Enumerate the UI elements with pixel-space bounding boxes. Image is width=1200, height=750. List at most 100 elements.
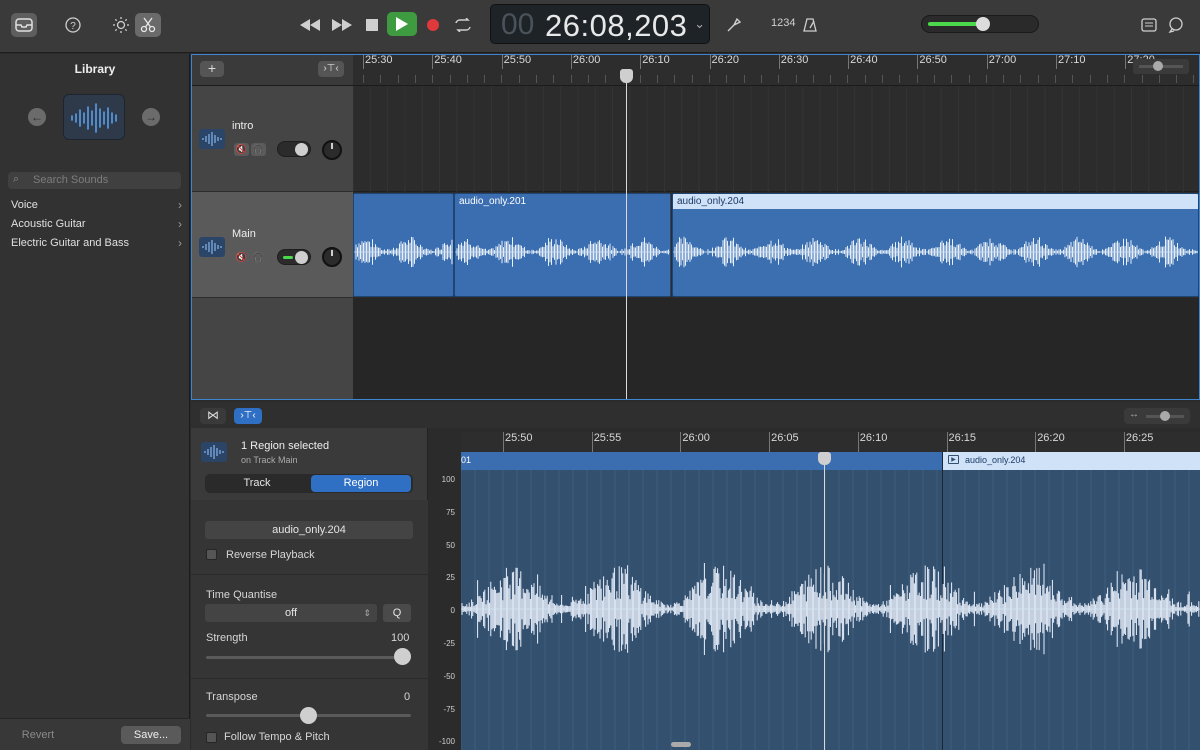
- transpose-slider-knob[interactable]: [300, 707, 317, 724]
- amplitude-label: 0: [450, 606, 455, 616]
- reverse-playback-label: Reverse Playback: [226, 549, 315, 561]
- time-quantise-select[interactable]: off ⇕: [205, 604, 377, 622]
- horizontal-scrollbar[interactable]: [671, 742, 691, 747]
- stop-icon[interactable]: [359, 13, 385, 37]
- library-item-acoustic-guitar[interactable]: Acoustic Guitar ›: [0, 215, 190, 234]
- rewind-icon[interactable]: [297, 13, 323, 37]
- library-item-label: Acoustic Guitar: [11, 218, 86, 230]
- transpose-label: Transpose: [206, 691, 258, 703]
- play-button[interactable]: [387, 12, 417, 36]
- volume-knob[interactable]: [976, 17, 990, 31]
- cycle-icon[interactable]: [450, 13, 476, 37]
- ruler-tick-label: 27:10: [1058, 54, 1086, 66]
- region-name-field[interactable]: audio_only.204: [205, 521, 413, 539]
- headphones-icon[interactable]: 🎧: [251, 143, 266, 156]
- count-in-button[interactable]: 1234: [771, 17, 795, 29]
- chevron-right-icon: ›: [178, 198, 182, 212]
- ruler-tick-label: 26:10: [642, 54, 670, 66]
- tuner-icon[interactable]: [721, 13, 747, 37]
- track-header-intro[interactable]: intro 🔇 🎧: [192, 86, 353, 192]
- volume-knob[interactable]: [322, 247, 342, 267]
- audio-region-201[interactable]: audio_only.201: [454, 193, 671, 297]
- headphones-icon[interactable]: 🎧: [251, 251, 266, 264]
- editor-ruler[interactable]: 25:50 25:55 26:00 26:05 26:10 26:15 26:20 26:25: [461, 432, 1200, 452]
- amplitude-label: -75: [443, 704, 455, 714]
- save-button[interactable]: Save...: [121, 726, 181, 744]
- volume-knob[interactable]: [322, 140, 342, 160]
- track-name[interactable]: intro: [232, 120, 253, 132]
- zoom-slider[interactable]: [1133, 59, 1189, 74]
- library-item-voice[interactable]: Voice ›: [0, 196, 190, 215]
- strength-slider[interactable]: [206, 656, 411, 659]
- metronome-icon[interactable]: [797, 13, 823, 37]
- editors-scissors-icon[interactable]: [135, 13, 161, 37]
- track-lane-intro[interactable]: [353, 86, 1199, 192]
- help-icon[interactable]: ?: [60, 13, 86, 37]
- editor-region-header-left[interactable]: 01: [461, 452, 942, 470]
- ruler-tick-label: 25:50: [503, 54, 532, 66]
- library-back-icon[interactable]: ←: [28, 108, 46, 126]
- audio-region[interactable]: [353, 193, 454, 297]
- track-header-main[interactable]: Main 🔇 🎧: [192, 192, 353, 298]
- svg-text:?: ?: [70, 21, 76, 32]
- revert-button[interactable]: Revert: [8, 726, 68, 744]
- ruler-tick: [1125, 55, 1127, 69]
- audio-track-icon: [199, 129, 225, 149]
- library-icon[interactable]: [11, 13, 37, 37]
- lcd-time-display[interactable]: 00 26:08,203 ⌄: [490, 4, 710, 44]
- ruler-tick: [848, 55, 850, 69]
- quantise-button[interactable]: Q: [383, 604, 411, 622]
- catch-playhead-icon[interactable]: ›⊤‹: [234, 408, 262, 424]
- reverse-playback-checkbox[interactable]: [206, 549, 217, 560]
- empty-lane[interactable]: [353, 298, 1199, 399]
- master-volume-slider[interactable]: [921, 15, 1039, 33]
- region-inspector: 1 Region selected on Track Main Track Re…: [191, 428, 428, 750]
- strength-slider-knob[interactable]: [394, 648, 411, 665]
- follow-tempo-checkbox[interactable]: [206, 732, 217, 743]
- playhead[interactable]: [626, 71, 627, 399]
- ruler-tick: [570, 55, 572, 69]
- editor-playhead[interactable]: [824, 454, 825, 750]
- record-icon[interactable]: [420, 13, 446, 37]
- library-item-label: Electric Guitar and Bass: [11, 237, 129, 249]
- editor-zoom-slider[interactable]: ↔: [1124, 408, 1190, 424]
- library-item-electric-guitar[interactable]: Electric Guitar and Bass ›: [0, 234, 190, 253]
- flex-icon[interactable]: ⋈: [200, 408, 226, 424]
- tab-track[interactable]: Track: [207, 475, 307, 492]
- playhead-handle[interactable]: [620, 69, 633, 83]
- note-pad-icon[interactable]: [1136, 13, 1162, 37]
- fast-forward-icon[interactable]: [329, 13, 355, 37]
- editor-playhead-handle[interactable]: [818, 452, 831, 465]
- ruler-tick-label: 26:10: [859, 432, 888, 444]
- monitoring-toggle[interactable]: [277, 249, 311, 265]
- amplitude-label: 25: [446, 573, 455, 583]
- track-lane-main[interactable]: audio_only.201 audio_only.204: [353, 192, 1199, 298]
- amplitude-label: 50: [446, 540, 455, 550]
- add-track-button[interactable]: +: [200, 61, 224, 77]
- monitoring-toggle[interactable]: [277, 141, 311, 157]
- ruler-tick-label: 25:30: [365, 54, 393, 66]
- audio-region-204-selected[interactable]: audio_only.204: [672, 193, 1199, 297]
- library-panel: Library ← → Search Sounds ⌕ Voice › Acous…: [0, 54, 190, 750]
- editor-region-header-right[interactable]: ▶ audio_only.204: [943, 452, 1200, 470]
- timeline-ruler[interactable]: 25:30 25:40 25:50 26:00 26:10 26:20 26:30 26:40…: [353, 54, 1199, 86]
- amplitude-label: 75: [446, 507, 455, 517]
- mute-icon[interactable]: 🔇: [234, 143, 249, 156]
- follow-tempo-label: Follow Tempo & Pitch: [224, 731, 330, 743]
- track-region-segmented-control: Track Region: [205, 474, 413, 493]
- search-sounds-input[interactable]: Search Sounds: [8, 172, 181, 189]
- editor-waveform-area[interactable]: 01 ▶ audio_only.204: [461, 452, 1200, 750]
- strength-label: Strength: [206, 632, 248, 644]
- chevron-down-icon[interactable]: ⌄: [694, 16, 705, 32]
- ruler-tick-label: 26:20: [711, 54, 740, 66]
- catch-playhead-icon[interactable]: ›⊤‹: [318, 61, 344, 77]
- mute-icon[interactable]: 🔇: [234, 251, 249, 264]
- time-quantise-value: off: [284, 607, 298, 619]
- library-forward-icon[interactable]: →: [142, 108, 160, 126]
- ruler-tick: [917, 55, 919, 69]
- search-icon: ⌕: [13, 173, 20, 185]
- tab-region[interactable]: Region: [311, 475, 411, 492]
- smart-controls-icon[interactable]: [108, 13, 134, 37]
- loop-browser-icon[interactable]: [1163, 13, 1189, 37]
- track-name[interactable]: Main: [232, 228, 256, 240]
